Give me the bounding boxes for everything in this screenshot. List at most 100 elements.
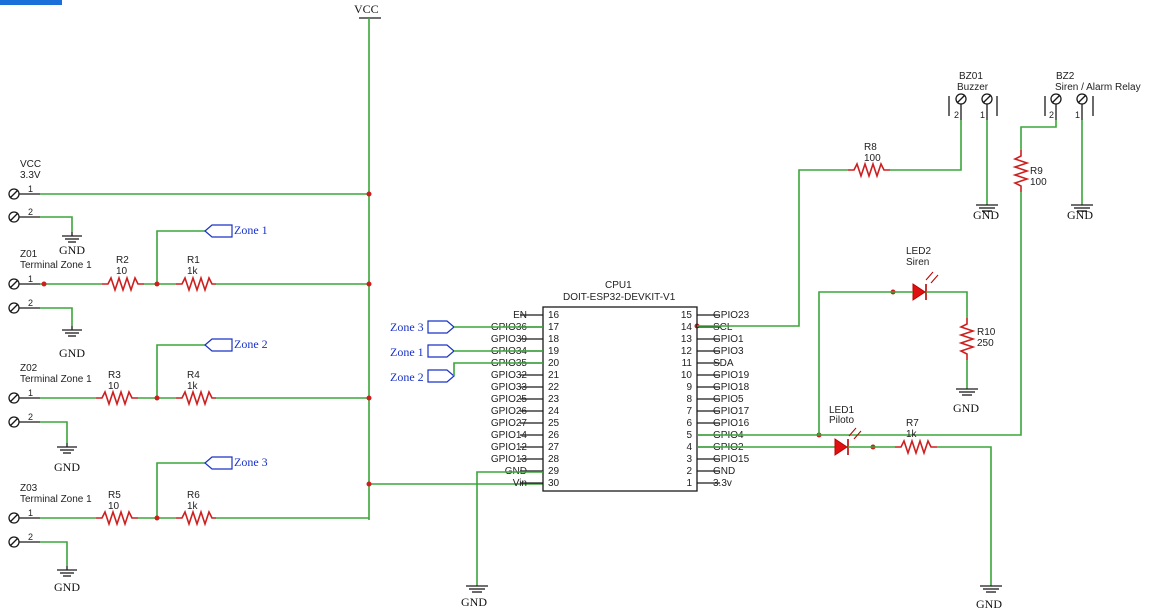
pin-number: 29 [548,466,560,477]
resistor-r2[interactable]: R2 10 [102,255,144,293]
pin-number: 13 [681,334,693,345]
pin-name: EN [513,310,527,321]
cpu-pin-12[interactable]: 12 GPIO3 [681,346,744,357]
pin-number: 1 [28,508,33,518]
cpu-pin-1[interactable]: 1 3.3v [686,478,731,489]
cpu-left-pins: EN 16GPIO36 17GPIO39 18GPIO34 19GPIO35 20GPIO… [491,310,560,489]
gnd-symbol: GND [976,585,1002,611]
pin-number: 8 [686,394,692,405]
resistor-value: 1k [906,429,918,440]
pin-number: 7 [686,406,692,417]
pin-name: GPIO15 [713,454,750,465]
cpu-module[interactable]: CPU1 DOIT-ESP32-DEVKIT-V1 EN 16GPIO36 17GP… [491,280,750,492]
buzzer-bz01[interactable]: BZ01 Buzzer 2 1 [948,71,998,120]
cpu-pin-21[interactable]: GPIO32 21 [491,370,560,381]
connector-vcc[interactable]: VCC 3.3V 1 2 [8,159,369,232]
cpu-pin-15[interactable]: 15 GPIO23 [681,310,750,321]
pin-number: 19 [548,346,560,357]
net-label-text: Zone 1 [234,223,268,237]
cpu-pin-23[interactable]: GPIO25 23 [491,394,560,405]
connector-z02[interactable]: Z02 Terminal Zone 1 1 2 [8,363,96,443]
resistor-ref: R7 [906,418,919,429]
buzzer-value: Siren / Alarm Relay [1055,82,1141,93]
pin-name: SCL [713,322,733,333]
buzzer-value: Buzzer [957,82,989,93]
resistor-r4[interactable]: R4 1k [176,370,216,407]
cpu-pin-28[interactable]: GPIO13 28 [491,454,560,465]
cpu-pin-26[interactable]: GPIO14 26 [491,430,560,441]
resistor-r3[interactable]: R3 10 [96,370,138,407]
gnd-label: GND [59,243,85,257]
junctions [41,191,896,521]
cpu-pin-8[interactable]: 8 GPIO5 [686,394,744,405]
pin-number: 28 [548,454,560,465]
resistor-value: 10 [108,381,120,392]
pin-number: 4 [686,442,692,453]
gnd-symbol: GND [54,566,80,594]
cpu-pin-7[interactable]: 7 GPIO17 [686,406,749,417]
cpu-pin-13[interactable]: 13 GPIO1 [681,334,744,345]
resistor-value: 10 [108,501,120,512]
pin-number: 24 [548,406,560,417]
resistor-ref: R10 [977,327,996,338]
resistor-r1[interactable]: R1 1k [176,255,216,293]
pin-number: 21 [548,370,560,381]
connector-z03[interactable]: Z03 Terminal Zone 1 1 2 [8,483,96,566]
gnd-symbol: GND [461,585,488,609]
pin-name: GND [713,466,735,477]
resistor-r9[interactable]: R9 100 [1012,150,1047,192]
buzzer-ref: BZ01 [959,71,983,82]
schematic-canvas[interactable]: VCC VCC 3.3V 1 2 GND Z01 Terminal Zone 1… [0,0,1157,616]
connector-ref: VCC [20,159,41,170]
resistor-r6[interactable]: R6 1k [176,490,216,527]
gnd-label: GND [54,580,80,594]
pin-number: 17 [548,322,560,333]
cpu-pin-14[interactable]: 14 SCL [681,322,733,333]
net-label-text: Zone 3 [234,455,268,469]
gnd-label: GND [1067,208,1093,222]
cpu-pin-2[interactable]: 2 GND [686,466,735,477]
resistor-r5[interactable]: R5 10 [96,490,138,527]
cpu-model: DOIT-ESP32-DEVKIT-V1 [563,292,676,303]
cpu-pin-27[interactable]: GPIO12 27 [491,442,560,453]
gnd-label: GND [54,460,80,474]
connector-value: Terminal Zone 1 [20,494,92,505]
vcc-rail: VCC [354,2,381,520]
pin-name: SDA [713,358,734,369]
cpu-pin-24[interactable]: GPIO26 24 [491,406,560,417]
pin-name: GPIO18 [713,382,750,393]
cpu-pin-9[interactable]: 9 GPIO18 [686,382,749,393]
pin-number: 23 [548,394,560,405]
gnd-symbol: GND [973,204,999,222]
cpu-right-pins: 15 GPIO2314 SCL13 GPIO112 GPIO311 SDA10 GPIO19… [681,310,750,489]
cpu-pin-16[interactable]: EN 16 [513,310,559,321]
cpu-pin-18[interactable]: GPIO39 18 [491,334,560,345]
connector-z01[interactable]: Z01 Terminal Zone 1 1 2 [8,249,102,326]
net-label-text: Zone 2 [390,370,424,384]
pin-number: 2 [28,298,33,308]
pin-number: 2 [1049,110,1054,120]
resistor-ref: R1 [187,255,200,266]
cpu-pin-30[interactable]: Vin 30 [513,478,560,489]
pin-number: 14 [681,322,693,333]
resistor-value: 10 [116,266,128,277]
buzzer-bz2[interactable]: BZ2 Siren / Alarm Relay 2 1 [1044,71,1141,120]
resistor-value: 100 [864,153,881,164]
pin-number: 6 [686,418,692,429]
cpu-pin-22[interactable]: GPIO33 22 [491,382,560,393]
pin-number: 2 [28,412,33,422]
cpu-pin-6[interactable]: 6 GPIO16 [686,418,749,429]
connector-ref: Z03 [20,483,38,494]
gnd-symbol: GND [59,232,85,257]
cpu-pin-11[interactable]: 11 SDA [682,358,734,369]
cpu-pin-3[interactable]: 3 GPIO15 [686,454,749,465]
led-value: Piloto [829,415,854,426]
resistor-r10[interactable]: R10 250 [958,318,996,360]
pin-name: GPIO3 [713,346,744,357]
resistor-value: 1k [187,266,199,277]
cpu-pin-25[interactable]: GPIO27 25 [491,418,560,429]
resistor-r8[interactable]: R8 100 [848,142,890,179]
pin-name: GPIO27 [491,418,528,429]
led-value: Siren [906,257,929,268]
cpu-pin-10[interactable]: 10 GPIO19 [681,370,750,381]
